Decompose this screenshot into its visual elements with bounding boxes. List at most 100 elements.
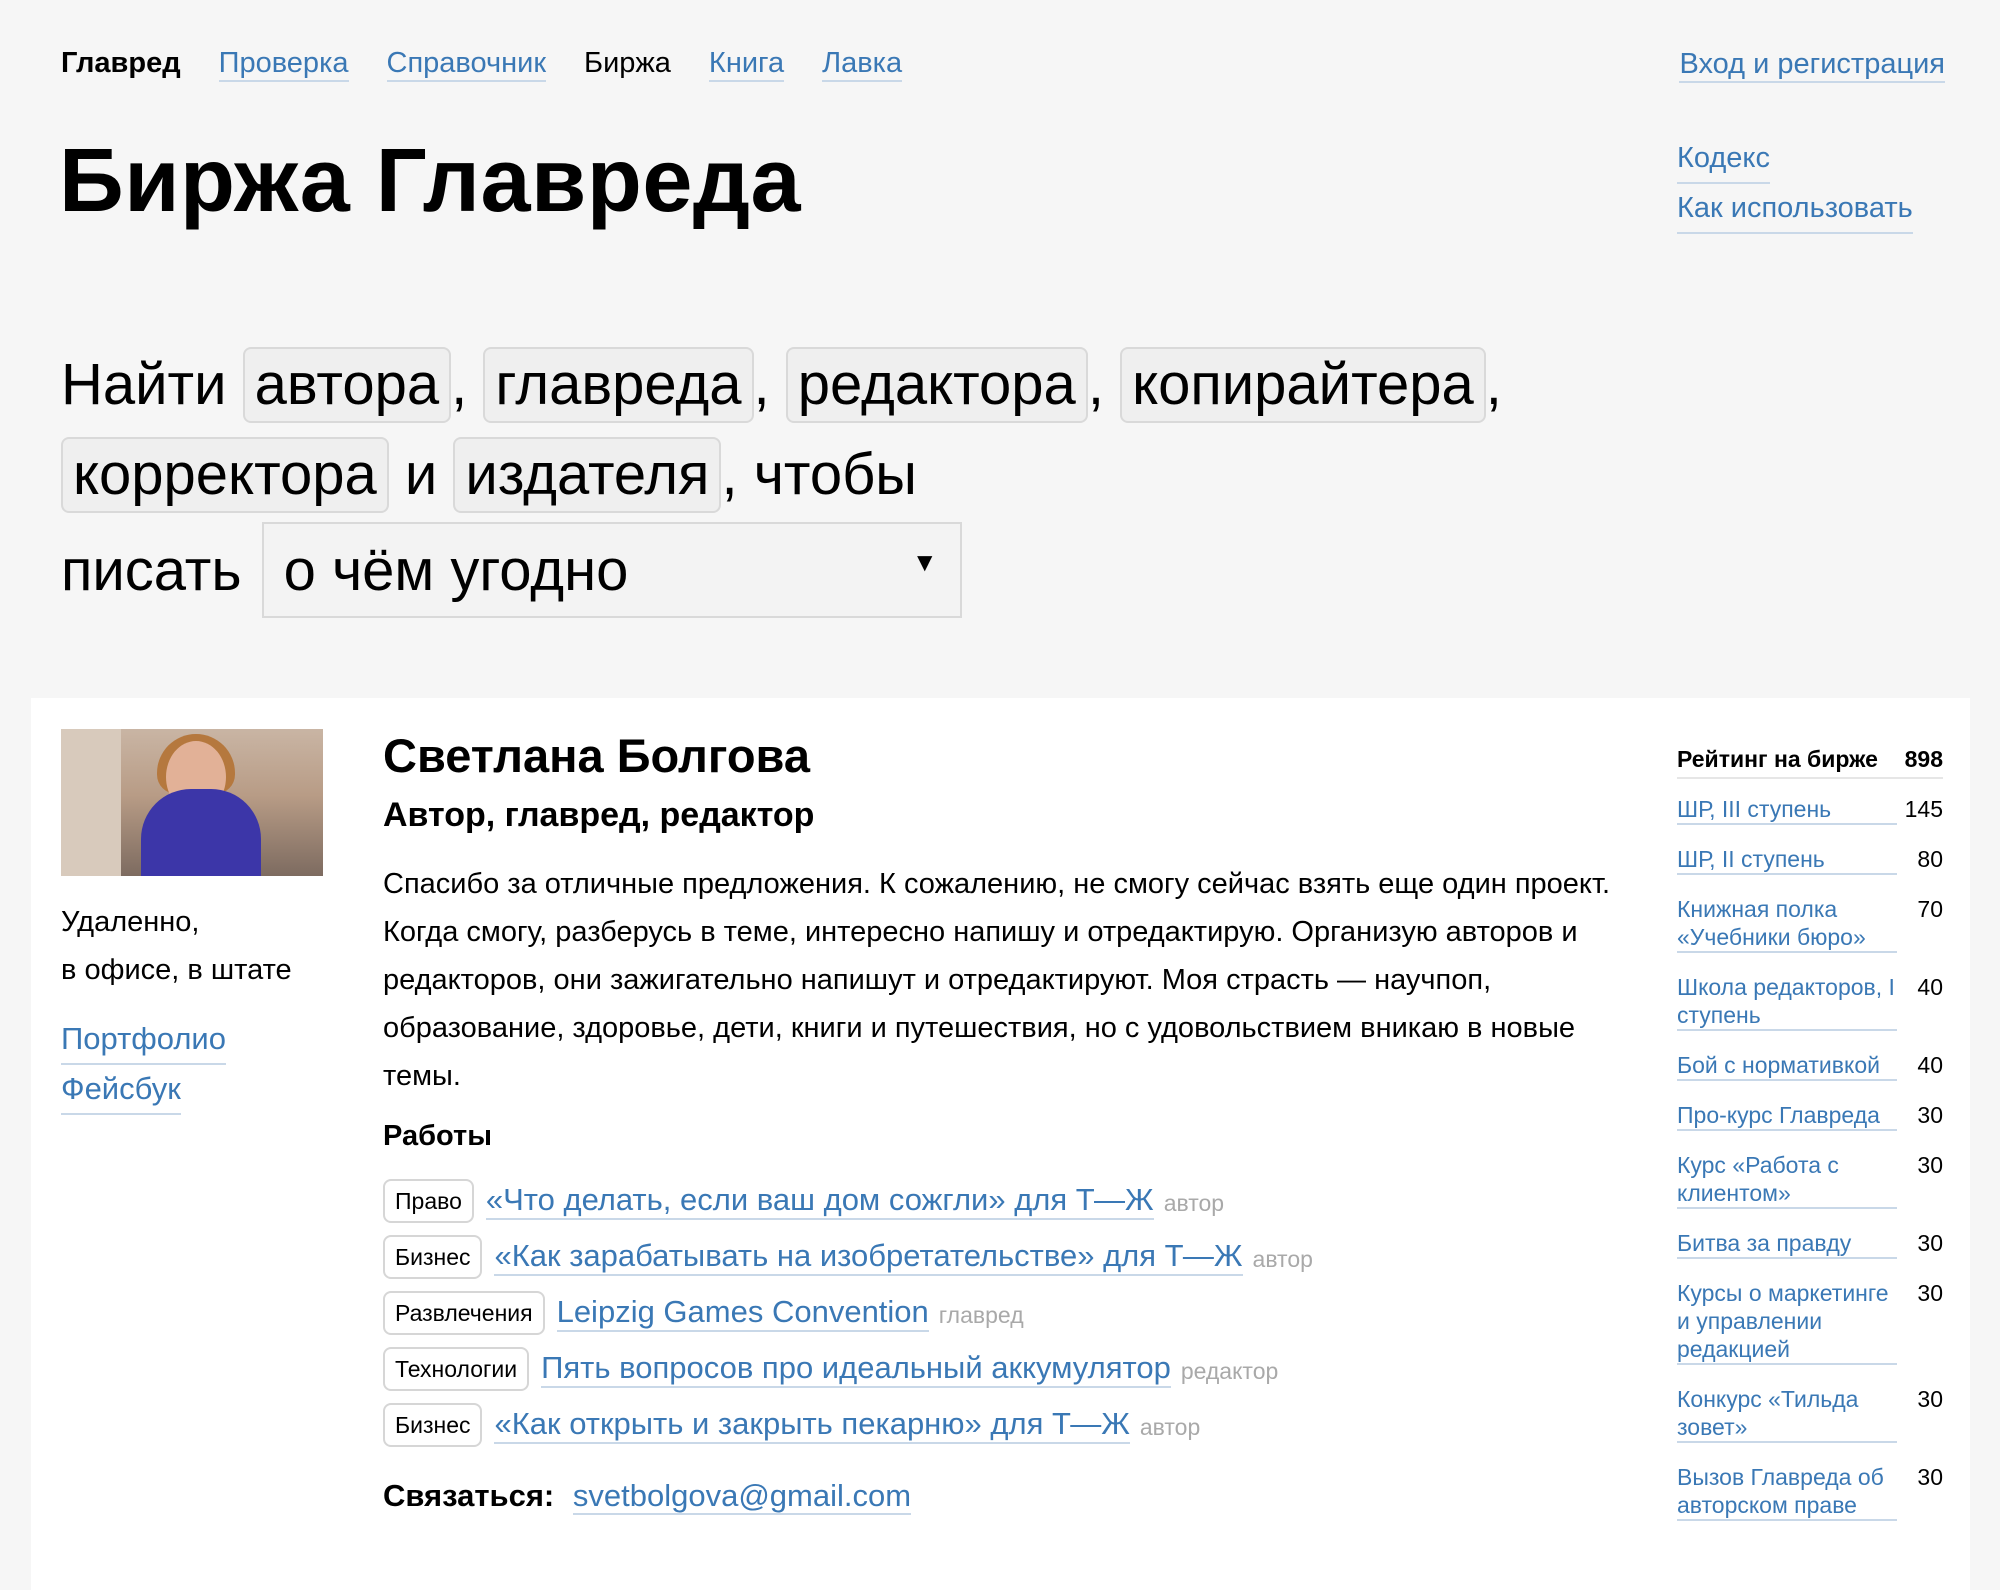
work-item: Бизнес «Как открыть и закрыть пекарню» д… (383, 1397, 1313, 1453)
write-word: писать (61, 537, 242, 603)
works-list: Право «Что делать, если ваш дом сожгли» … (383, 1173, 1313, 1453)
work-role: редактор (1180, 1357, 1279, 1384)
work-item: Технологии Пять вопросов про идеальный а… (383, 1341, 1313, 1397)
rating-panel: Рейтинг на бирже 898 ШР, III ступень 145 … (1677, 746, 1943, 1541)
rating-item-points: 70 (1917, 896, 1943, 922)
profile-name: Светлана Болгова (383, 729, 810, 782)
facebook-link[interactable]: Фейсбук (61, 1065, 181, 1115)
contact-email-link[interactable]: svetbolgova@gmail.com (572, 1478, 912, 1515)
chevron-down-icon: ▼ (911, 546, 938, 577)
rating-item-points: 40 (1917, 1052, 1943, 1078)
work-role: автор (1252, 1245, 1313, 1272)
rating-label: Рейтинг на бирже (1677, 746, 1878, 772)
work-item: Развлечения Leipzig Games Convention гла… (383, 1285, 1313, 1341)
work-link[interactable]: «Что делать, если ваш дом сожгли» для Т—… (485, 1182, 1154, 1220)
and-word: и (404, 442, 438, 507)
nav-item-birzha: Биржа (584, 47, 671, 79)
page-title: Биржа Главреда (59, 131, 802, 231)
chip-glavred[interactable]: главреда (483, 347, 754, 423)
side-links: Кодекс Как использовать (1677, 134, 1913, 234)
login-link[interactable]: Вход и регистрация (1679, 48, 1945, 83)
comma: , (451, 352, 468, 417)
top-nav: Главред Проверка Справочник Биржа Книга … (61, 47, 903, 82)
profile-about: Спасибо за отличные предложения. К сожал… (383, 868, 1611, 1092)
nav-item-proverka[interactable]: Проверка (218, 47, 349, 82)
nav-item-spravochnik[interactable]: Справочник (386, 47, 547, 82)
rating-item-points: 30 (1917, 1152, 1943, 1178)
profile-roles: Автор, главред, редактор (383, 796, 815, 834)
rating-item-points: 30 (1917, 1102, 1943, 1128)
rating-item-link[interactable]: Про-курс Главреда (1677, 1101, 1897, 1131)
rating-item-link[interactable]: Книжная полка «Учебники бюро» (1677, 895, 1897, 953)
rating-item: Курс «Работа с клиентом» 30 (1677, 1151, 1943, 1209)
comma: , (1485, 352, 1502, 417)
topic-selected-value: о чём угодно (283, 537, 629, 603)
works-heading: Работы (383, 1120, 492, 1152)
portfolio-link[interactable]: Портфолио (61, 1015, 226, 1065)
rating-item-link[interactable]: Вызов Главреда об авторском праве (1677, 1463, 1897, 1521)
rating-total: 898 (1904, 746, 1943, 772)
avatar-body (141, 789, 261, 876)
work-tag[interactable]: Технологии (383, 1347, 530, 1391)
how-to-use-link[interactable]: Как использовать (1677, 184, 1913, 234)
find-word: Найти (61, 352, 227, 417)
work-role: автор (1139, 1413, 1201, 1440)
rating-item-points: 145 (1904, 796, 1943, 822)
avatar (61, 729, 323, 876)
rating-item: Бой с нормативкой 40 (1677, 1051, 1943, 1081)
rating-item-link[interactable]: ШР, III ступень (1677, 795, 1897, 825)
rating-item: Вызов Главреда об авторском праве 30 (1677, 1463, 1943, 1521)
rating-item-points: 80 (1917, 846, 1943, 872)
comma: , (753, 352, 770, 417)
rating-item-link[interactable]: Курсы о маркетинге и управлении редакцие… (1677, 1279, 1897, 1365)
rating-item-points: 30 (1917, 1464, 1943, 1490)
rating-item-points: 30 (1917, 1386, 1943, 1412)
location-line: Удаленно, (61, 906, 200, 938)
work-item: Бизнес «Как зарабатывать на изобретатель… (383, 1229, 1313, 1285)
profile-card: Удаленно, в офисе, в штате Портфолио Фей… (31, 698, 1970, 1590)
work-role: главред (938, 1301, 1024, 1328)
rating-item-points: 30 (1917, 1280, 1943, 1306)
nav-item-kniga[interactable]: Книга (708, 47, 785, 82)
rating-item-link[interactable]: Битва за правду (1677, 1229, 1897, 1259)
rating-item: Про-курс Главреда 30 (1677, 1101, 1943, 1131)
rating-item: ШР, III ступень 145 (1677, 795, 1943, 825)
comma: , (1087, 352, 1104, 417)
work-link[interactable]: Пять вопросов про идеальный аккумулятор (541, 1350, 1171, 1388)
chip-publisher[interactable]: издателя (453, 437, 722, 513)
rating-item-link[interactable]: Бой с нормативкой (1677, 1051, 1897, 1081)
nav-item-lavka[interactable]: Лавка (822, 47, 903, 82)
profile-links: Портфолио Фейсбук (61, 1015, 226, 1115)
location-line: в офисе, в штате (61, 954, 292, 986)
nav-item-glavred[interactable]: Главред (61, 47, 181, 82)
contact-row: Связаться: svetbolgova@gmail.com (383, 1478, 912, 1515)
rating-item: Конкурс «Тильда зовет» 30 (1677, 1385, 1943, 1443)
kodeks-link[interactable]: Кодекс (1677, 134, 1770, 184)
avatar-background (61, 729, 121, 876)
rating-item-link[interactable]: Курс «Работа с клиентом» (1677, 1151, 1897, 1209)
work-link[interactable]: Leipzig Games Convention (556, 1294, 929, 1332)
topic-select[interactable]: о чём угодно ▼ (261, 522, 962, 618)
rating-item: Книжная полка «Учебники бюро» 70 (1677, 895, 1943, 953)
rating-item: Курсы о маркетинге и управлении редакцие… (1677, 1279, 1943, 1365)
suffix-text: , чтобы (721, 442, 917, 507)
work-tag[interactable]: Бизнес (383, 1235, 483, 1279)
rating-item-points: 40 (1917, 974, 1943, 1000)
work-tag[interactable]: Право (383, 1179, 474, 1223)
rating-item-link[interactable]: ШР, II ступень (1677, 845, 1897, 875)
chip-editor[interactable]: редактора (785, 347, 1088, 423)
work-link[interactable]: «Как зарабатывать на изобретательстве» д… (494, 1238, 1243, 1276)
rating-item-link[interactable]: Конкурс «Тильда зовет» (1677, 1385, 1897, 1443)
rating-item-link[interactable]: Школа редакторов, I ступень (1677, 973, 1897, 1031)
search-sentence: Найти автора, главреда, редактора, копир… (61, 340, 1621, 520)
work-role: автор (1163, 1189, 1225, 1216)
rating-header: Рейтинг на бирже 898 (1677, 746, 1943, 779)
work-tag[interactable]: Развлечения (383, 1291, 545, 1335)
rating-item: ШР, II ступень 80 (1677, 845, 1943, 875)
work-tag[interactable]: Бизнес (383, 1403, 483, 1447)
chip-proofreader[interactable]: корректора (61, 437, 389, 513)
chip-copywriter[interactable]: копирайтера (1120, 347, 1486, 423)
chip-author[interactable]: автора (242, 347, 452, 423)
work-link[interactable]: «Как открыть и закрыть пекарню» для Т—Ж (494, 1406, 1130, 1444)
rating-item: Школа редакторов, I ступень 40 (1677, 973, 1943, 1031)
